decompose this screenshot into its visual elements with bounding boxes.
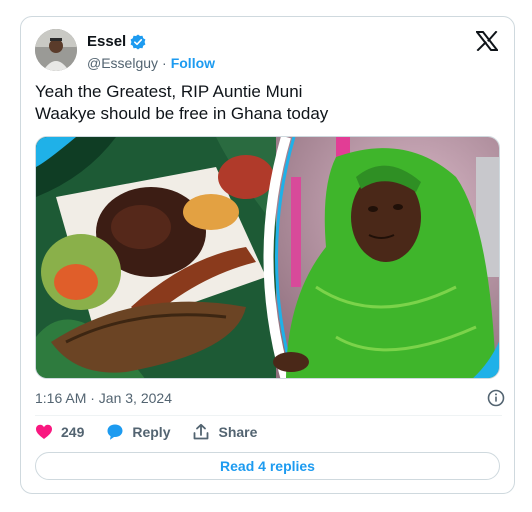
separator-dot: · [162,55,167,71]
read-replies-button[interactable]: Read 4 replies [35,452,500,480]
author-handle-row: @Esselguy · Follow [87,54,215,72]
share-button[interactable]: Share [192,423,257,441]
tweet-photo[interactable] [35,136,500,379]
timestamp-row: 1:16 AM · Jan 3, 2024 [35,389,505,407]
avatar[interactable] [35,29,77,71]
like-button[interactable]: 249 [35,423,84,441]
author-name[interactable]: Essel [87,33,126,51]
info-icon[interactable] [487,389,505,407]
tweet-timestamp[interactable]: 1:16 AM · Jan 3, 2024 [35,390,172,406]
tweet-text: Yeah the Greatest, RIP Auntie Muni Waaky… [35,81,505,125]
follow-link[interactable]: Follow [171,54,215,72]
tweet-embed-card[interactable]: Essel @Esselguy · Follow Yeah the Greate… [20,16,515,494]
action-bar: 249 Reply Share [35,423,279,441]
verified-badge-icon [130,34,146,50]
tweet-text-line: Yeah the Greatest, RIP Auntie Muni [35,82,303,101]
share-label: Share [218,424,258,440]
photo-collage [36,137,499,378]
x-logo-icon[interactable] [474,30,500,52]
author-handle[interactable]: @Esselguy [87,54,158,72]
reply-label: Reply [132,424,171,440]
tweet-text-line: Waakye should be free in Ghana today [35,104,329,123]
like-count: 249 [61,424,85,440]
reply-button[interactable]: Reply [106,423,170,441]
reply-bubble-icon [107,424,123,440]
author-name-row: Essel [87,33,146,51]
heart-icon [36,424,52,439]
share-upload-icon [194,423,209,440]
divider [35,415,502,416]
